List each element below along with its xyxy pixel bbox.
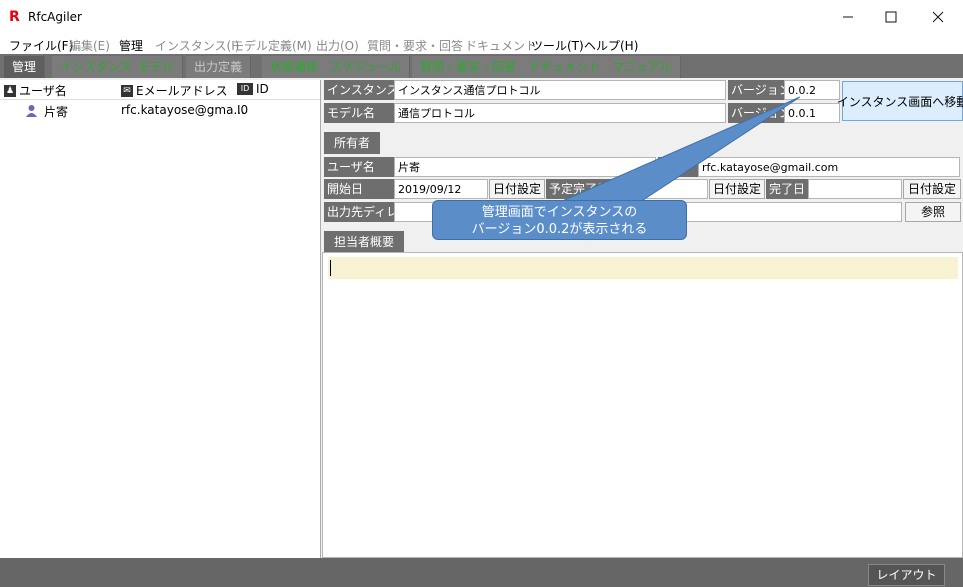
tab-manage[interactable]: 管理 [4, 56, 46, 78]
status-bar: レイアウト [0, 558, 963, 587]
start-date-set-button[interactable]: 日付設定 [489, 179, 545, 199]
instance-name-field[interactable]: インスタンス通信プロトコル [394, 80, 726, 100]
column-id-label: ID [256, 82, 269, 96]
owner-email-label: ル [658, 157, 698, 177]
tab-state-transition[interactable]: 状態遷移 [262, 56, 328, 78]
user-name-cell: 片寄 [44, 105, 69, 119]
maximize-button[interactable] [868, 0, 914, 34]
id-icon: ID [237, 83, 253, 95]
minimize-button[interactable] [825, 0, 871, 34]
tab-question-request-answer[interactable]: 質問・要求・回答 [412, 56, 526, 78]
column-username-label: ユーザ名 [19, 84, 67, 98]
assignee-summary-textarea[interactable] [322, 252, 963, 558]
app-logo-icon: R [9, 9, 20, 25]
done-date-set-button[interactable]: 日付設定 [903, 179, 961, 199]
callout-line-1: 管理画面でインスタンスの [481, 205, 638, 220]
menu-manage[interactable]: 管理 [119, 37, 143, 54]
annotation-callout: 管理画面でインスタンスの バージョン0.0.2が表示される [432, 200, 687, 240]
start-date-label: 開始日 [324, 179, 394, 199]
table-row[interactable]: 片寄 rfc.katayose@gma... I0 [0, 102, 320, 120]
instance-detail-panel: インスタンス名 インスタンス通信プロトコル バージョン 0.0.2 モデル名 通… [322, 78, 963, 558]
tab-owner[interactable]: 所有者 [324, 132, 381, 154]
text-caret [330, 260, 331, 276]
done-date-field[interactable] [808, 179, 902, 199]
model-name-label: モデル名 [324, 103, 394, 123]
menu-model-definition[interactable]: モデル定義(M) [232, 37, 312, 54]
menu-edit[interactable]: 編集(E) [69, 37, 110, 54]
window-title: RfcAgiler [28, 10, 82, 24]
owner-username-field[interactable]: 片寄 [394, 157, 656, 177]
instance-version-label: バージョン [728, 80, 784, 100]
owner-username-label: ユーザ名 [324, 157, 394, 177]
planned-date-label: 予定完了日 [546, 179, 616, 199]
person-icon [26, 105, 37, 117]
tab-schedule[interactable]: スケジュール [322, 56, 411, 78]
tab-manual[interactable]: マニュアル [604, 56, 681, 78]
close-button[interactable] [915, 0, 961, 34]
planned-date-field[interactable] [616, 179, 708, 199]
tab-instance[interactable]: インスタンス [52, 56, 141, 78]
menu-question-request-answer[interactable]: 質問・要求・回答 [367, 37, 463, 54]
column-id[interactable]: ID ID [237, 82, 269, 96]
mail-icon: ✉ [121, 84, 133, 97]
tab-output-definition[interactable]: 出力定義 [186, 56, 252, 78]
done-date-label: 完了日 [766, 179, 808, 199]
menu-tools[interactable]: ツール(T) [531, 37, 584, 54]
instance-name-label: インスタンス名 [324, 80, 394, 100]
tab-model[interactable]: モデル [130, 56, 184, 78]
user-list-header: ♟ ユーザ名 ✉ Eメールアドレス ID ID [0, 80, 320, 100]
minimize-icon [843, 16, 853, 18]
model-version-field[interactable]: 0.0.1 [784, 103, 840, 123]
menu-output[interactable]: 出力(O) [316, 37, 359, 54]
user-email-cell: rfc.katayose@gma... [121, 103, 245, 117]
callout-line-2: バージョン0.0.2が表示される [471, 222, 648, 237]
title-bar: R RfcAgiler [0, 0, 963, 34]
move-to-instance-screen-button[interactable]: インスタンス画面へ移動 [837, 81, 963, 121]
instance-version-field[interactable]: 0.0.2 [784, 80, 840, 100]
column-email[interactable]: ✉ Eメールアドレス [121, 82, 228, 99]
close-icon [932, 11, 944, 23]
user-list-panel: ♟ ユーザ名 ✉ Eメールアドレス ID ID 片寄 rfc.katayose@… [0, 80, 321, 558]
column-email-label: Eメールアドレス [136, 84, 228, 98]
planned-date-set-button[interactable]: 日付設定 [709, 179, 765, 199]
main-tabstrip: 管理 インスタンス モデル 出力定義 状態遷移 スケジュール 質問・要求・回答 … [0, 54, 963, 78]
menu-instance[interactable]: インスタンス(I) [155, 37, 239, 54]
layout-button[interactable]: レイアウト [868, 564, 945, 586]
user-id-cell: I0 [237, 103, 249, 117]
menu-document[interactable]: ドキュメント [465, 37, 537, 54]
output-dir-label: 出力先ディレ [324, 202, 394, 222]
start-date-field[interactable]: 2019/09/12 [394, 179, 488, 199]
browse-button[interactable]: 参照 [905, 202, 961, 222]
tab-document[interactable]: ドキュメント [520, 56, 610, 78]
menu-bar: ファイル(F) 編集(E) 管理 インスタンス(I) モデル定義(M) 出力(O… [0, 34, 963, 54]
model-version-label: バージョン [728, 103, 784, 123]
maximize-icon [885, 11, 897, 23]
menu-file[interactable]: ファイル(F) [9, 37, 73, 54]
tab-assignee-summary[interactable]: 担当者概要 [324, 231, 405, 253]
model-name-field[interactable]: 通信プロトコル [394, 103, 726, 123]
owner-email-field[interactable]: rfc.katayose@gmail.com [698, 157, 960, 177]
user-icon: ♟ [4, 84, 16, 97]
menu-help[interactable]: ヘルプ(H) [584, 37, 638, 54]
column-username[interactable]: ♟ ユーザ名 [4, 82, 67, 99]
memo-current-line [328, 257, 958, 279]
